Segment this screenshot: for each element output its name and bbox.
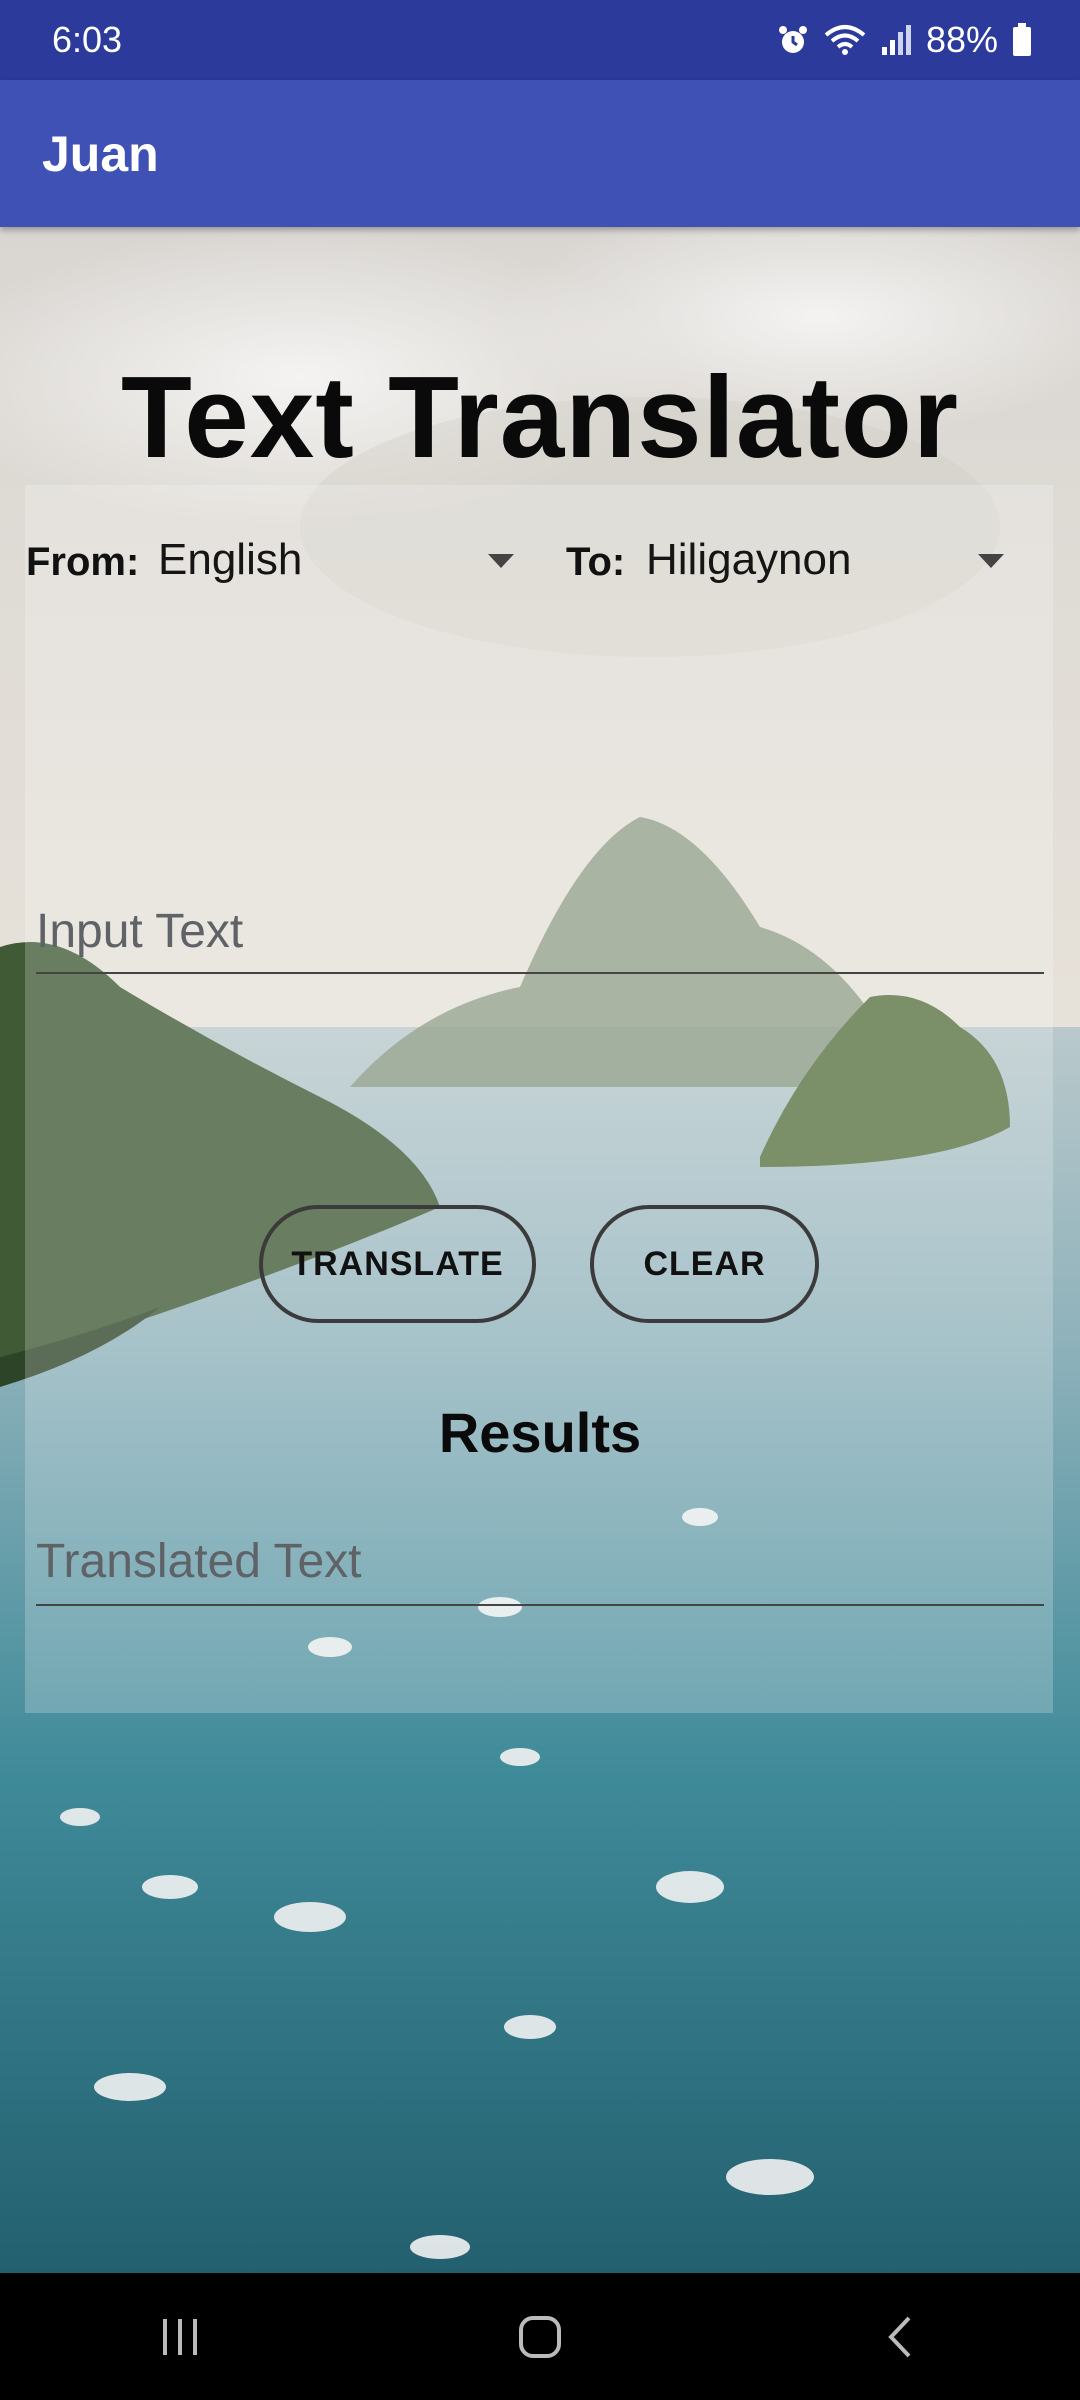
- home-icon: [519, 2315, 561, 2358]
- from-language-value: English: [158, 535, 303, 584]
- wifi-icon: [824, 23, 866, 57]
- recent-apps-icon: [163, 2318, 197, 2355]
- back-button[interactable]: [840, 2287, 960, 2387]
- signal-icon: [880, 23, 912, 57]
- to-language-value: Hiligaynon: [646, 535, 852, 584]
- app-title: Juan: [42, 125, 159, 182]
- from-label: From:: [26, 540, 140, 584]
- alarm-icon: [776, 23, 810, 57]
- page-title: Text Translator: [121, 352, 959, 482]
- navigation-bar: [0, 2273, 1080, 2400]
- battery-icon: [1012, 23, 1032, 57]
- clear-button[interactable]: CLEAR: [590, 1205, 819, 1323]
- to-label: To:: [566, 540, 626, 584]
- translated-text-field: Translated Text: [36, 1520, 1044, 1606]
- back-icon: [888, 2316, 911, 2357]
- language-selectors: From: English To: Hiligaynon: [0, 520, 1080, 600]
- app-bar: Juan: [0, 80, 1080, 227]
- translate-button[interactable]: TRANSLATE: [259, 1205, 536, 1323]
- input-text-field[interactable]: Input Text: [36, 890, 1044, 974]
- to-language-dropdown[interactable]: Hiligaynon: [646, 520, 1010, 600]
- status-icons: 88%: [776, 19, 1032, 61]
- recent-apps-button[interactable]: [120, 2287, 240, 2387]
- results-heading: Results: [438, 1401, 642, 1464]
- home-button[interactable]: [480, 2287, 600, 2387]
- battery-percent: 88%: [925, 19, 998, 60]
- chevron-down-icon: [488, 554, 514, 568]
- status-time: 6:03: [52, 19, 123, 60]
- chevron-down-icon: [978, 554, 1004, 568]
- status-bar: 6:03 88%: [0, 0, 1080, 80]
- input-placeholder: Input Text: [36, 905, 244, 958]
- from-language-dropdown[interactable]: English: [158, 520, 520, 600]
- translated-text-placeholder: Translated Text: [36, 1535, 362, 1588]
